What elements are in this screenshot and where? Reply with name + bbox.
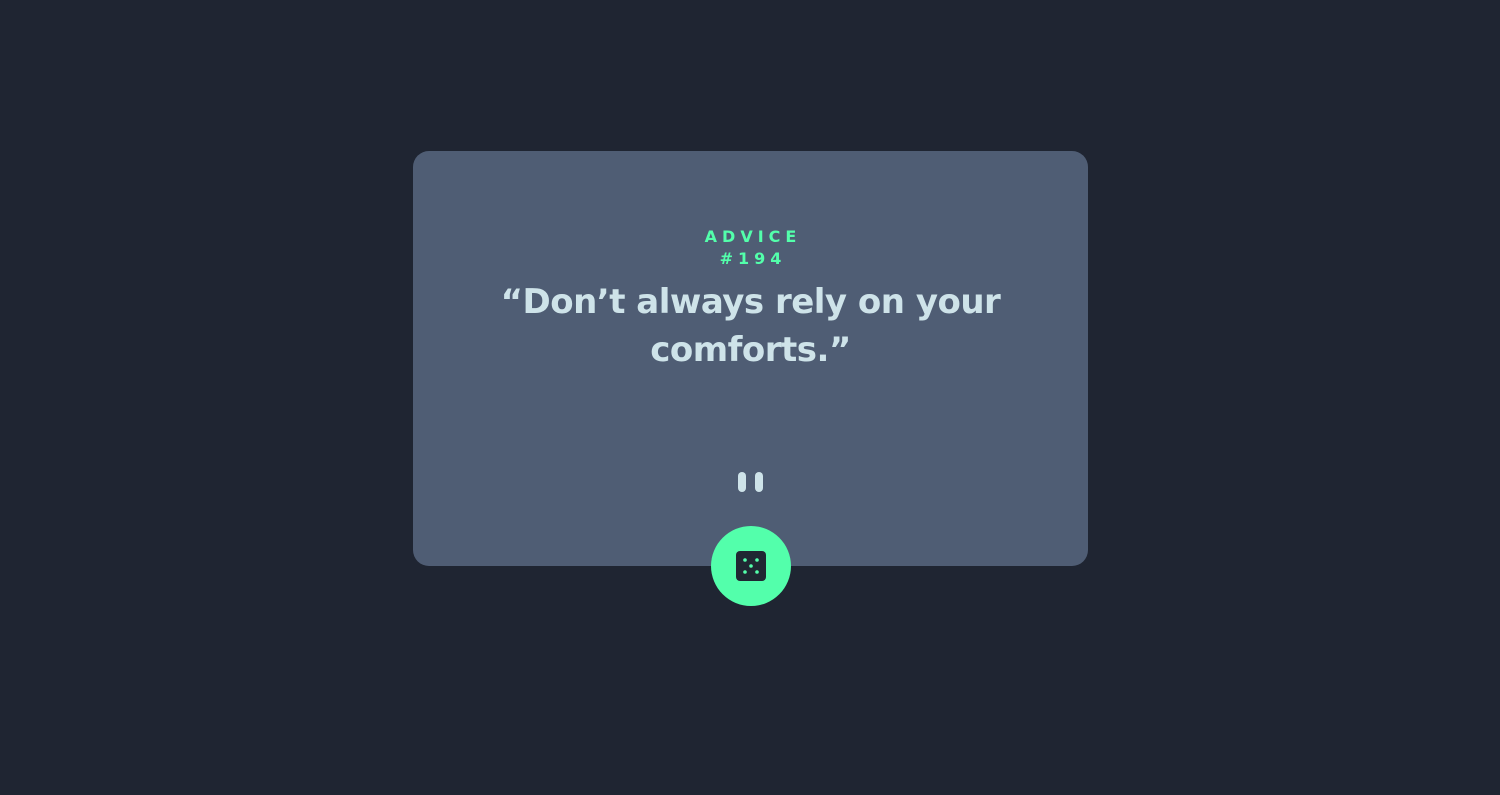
advice-quote: “Don’t always rely on your comforts.”: [500, 282, 1001, 370]
advice-label: ADVICE: [704, 227, 802, 246]
advice-number: #194: [719, 249, 787, 268]
pause-bar-left: [738, 472, 746, 492]
generate-advice-button[interactable]: [711, 526, 791, 606]
dice-icon: [736, 551, 766, 581]
pause-bar-right: [755, 472, 763, 492]
advice-card: ADVICE #194 “Don’t always rely on your c…: [413, 151, 1088, 566]
pause-icon: [738, 472, 764, 492]
